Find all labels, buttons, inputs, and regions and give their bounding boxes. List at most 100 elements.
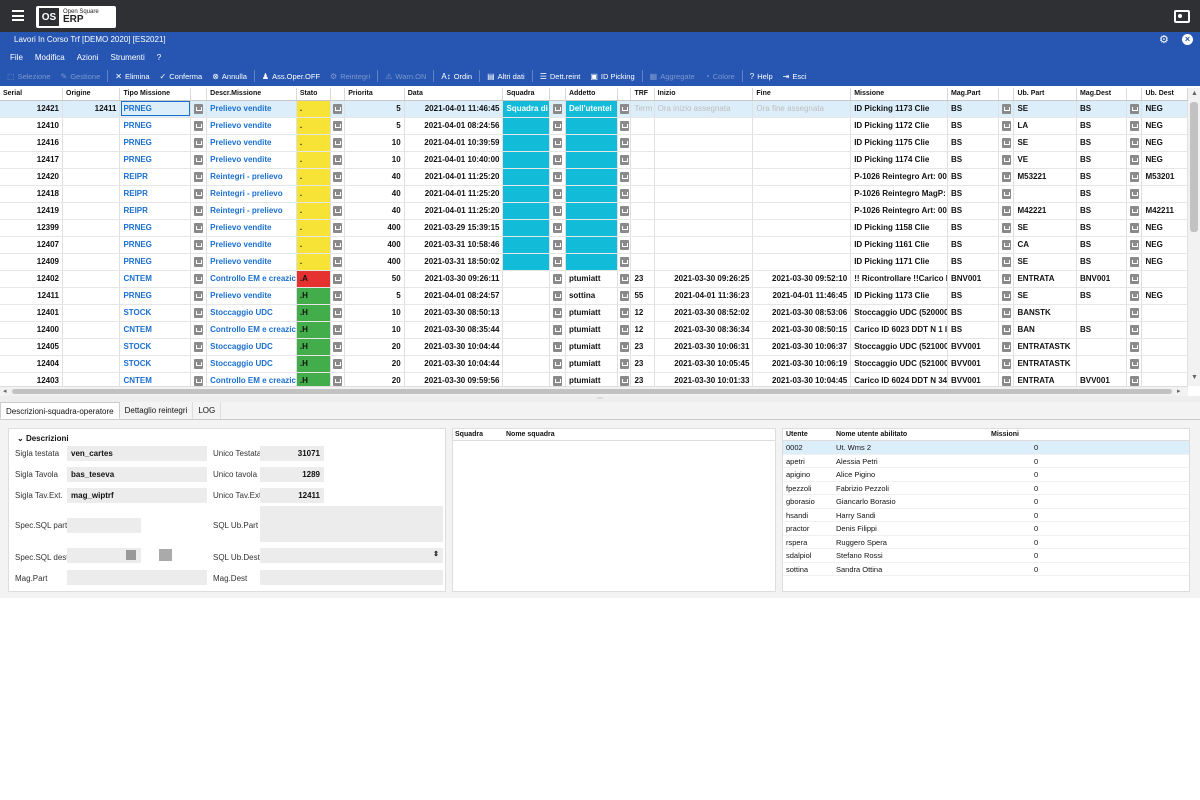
dropdown-cell[interactable]: [1126, 372, 1143, 386]
tipo-missione-cell[interactable]: STOCK: [119, 304, 192, 322]
stato-cell[interactable]: .: [296, 219, 332, 237]
list-item[interactable]: gborasio Giancarlo Borasio 0: [783, 495, 1189, 509]
trf-cell[interactable]: 12: [630, 321, 655, 339]
dropdown-icon[interactable]: [1129, 324, 1139, 335]
dropdown-icon[interactable]: [1129, 273, 1139, 284]
dropdown-cell[interactable]: [549, 117, 566, 135]
mag-dest-field[interactable]: [260, 570, 443, 585]
addetto-cell[interactable]: ptumiatt: [565, 270, 619, 288]
priorita-cell[interactable]: 40: [344, 202, 405, 220]
dropdown-cell[interactable]: [549, 287, 566, 305]
dropdown-cell[interactable]: [998, 270, 1015, 288]
dropdown-cell[interactable]: [190, 185, 208, 203]
dropdown-icon[interactable]: [194, 324, 204, 335]
dropdown-cell[interactable]: [617, 270, 632, 288]
trf-cell[interactable]: [630, 134, 655, 152]
stato-cell[interactable]: .H: [296, 372, 332, 386]
list-item[interactable]: rspera Ruggero Spera 0: [783, 536, 1189, 549]
close-icon[interactable]: ×: [1182, 34, 1193, 45]
dropdown-cell[interactable]: [617, 168, 632, 186]
descr-missione-cell[interactable]: Stoccaggio UDC: [206, 338, 297, 356]
fine-cell[interactable]: 2021-03-30 10:04:45: [752, 372, 852, 386]
dropdown-icon[interactable]: [1129, 154, 1139, 165]
addetto-cell[interactable]: sottina: [565, 287, 619, 305]
inizio-cell[interactable]: 2021-03-30 09:26:25: [654, 270, 754, 288]
stato-cell[interactable]: .: [296, 100, 332, 118]
dropdown-cell[interactable]: [617, 321, 632, 339]
addetto-cell[interactable]: [565, 253, 619, 271]
dropdown-cell[interactable]: [190, 372, 208, 386]
dropdown-icon[interactable]: [1001, 103, 1011, 114]
dropdown-icon[interactable]: [333, 188, 343, 199]
origine-cell[interactable]: [62, 168, 121, 186]
priorita-cell[interactable]: 10: [344, 151, 405, 169]
dropdown-cell[interactable]: [190, 236, 208, 254]
ub-dest-cell[interactable]: [1141, 355, 1188, 373]
serial-cell[interactable]: 12403: [0, 372, 63, 386]
squadra-cell[interactable]: [502, 219, 550, 237]
dropdown-icon[interactable]: [552, 188, 562, 199]
descr-missione-cell[interactable]: Reintegri - prelievo: [206, 202, 297, 220]
missione-cell[interactable]: Carico ID 6023 DDT N 1 I: [850, 321, 948, 339]
inizio-cell[interactable]: [654, 202, 754, 220]
dropdown-icon[interactable]: [194, 154, 204, 165]
priorita-cell[interactable]: 20: [344, 338, 405, 356]
sigla-tavext-field[interactable]: mag_wiptrf: [67, 488, 207, 503]
origine-cell[interactable]: [62, 185, 121, 203]
toolbar-ass-oper-off-button[interactable]: ♟ Ass.Oper.OFF: [257, 72, 325, 81]
dropdown-icon[interactable]: [333, 358, 343, 369]
mag-dest-cell[interactable]: [1076, 304, 1128, 322]
stato-cell[interactable]: .: [296, 117, 332, 135]
data-cell[interactable]: 2021-04-01 08:24:57: [404, 287, 504, 305]
toolbar-dett-reint-button[interactable]: ☰ Dett.reint: [535, 72, 586, 81]
dropdown-cell[interactable]: [1126, 270, 1143, 288]
dropdown-icon[interactable]: [1001, 273, 1011, 284]
missione-cell[interactable]: ID Picking 1158 Clie: [850, 219, 948, 237]
tipo-missione-cell[interactable]: REIPR: [119, 185, 192, 203]
missione-cell[interactable]: Stoccaggio UDC (521000: [850, 338, 948, 356]
dropdown-cell[interactable]: [1126, 134, 1143, 152]
ub-dest-cell[interactable]: [1141, 304, 1188, 322]
fine-cell[interactable]: 2021-03-30 08:50:15: [752, 321, 852, 339]
missione-cell[interactable]: Stoccaggio UDC (521000: [850, 355, 948, 373]
origine-cell[interactable]: [62, 219, 121, 237]
trf-cell[interactable]: [630, 151, 655, 169]
mag-part-cell[interactable]: BS: [947, 151, 1000, 169]
ub-part-cell[interactable]: SE: [1013, 134, 1077, 152]
dropdown-cell[interactable]: [998, 338, 1015, 356]
missione-cell[interactable]: P-1026 Reintegro Art: 00: [850, 202, 948, 220]
ub-dest-cell[interactable]: NEG: [1141, 117, 1188, 135]
mag-dest-cell[interactable]: BS: [1076, 219, 1128, 237]
dropdown-icon[interactable]: [194, 103, 204, 114]
data-cell[interactable]: 2021-03-29 15:39:15: [404, 219, 504, 237]
dropdown-icon[interactable]: [1129, 205, 1139, 216]
dropdown-icon[interactable]: [333, 324, 343, 335]
dropdown-cell[interactable]: [330, 168, 346, 186]
dropdown-cell[interactable]: [330, 321, 346, 339]
table-row[interactable]: 12421 12411 PRNEG Prelievo vendite. 5 2021-04…: [0, 100, 1188, 118]
tipo-missione-cell[interactable]: REIPR: [119, 168, 192, 186]
table-row[interactable]: 12401 STOCK Stoccaggio UDC .H 10 2021-03-30 0…: [0, 304, 1188, 322]
col-header[interactable]: Serial: [0, 88, 63, 101]
dropdown-icon[interactable]: [333, 256, 343, 267]
dropdown-icon[interactable]: [552, 103, 562, 114]
dropdown-cell[interactable]: [190, 270, 208, 288]
descrizioni-header[interactable]: ⌄ Descrizioni: [17, 434, 69, 443]
dropdown-icon[interactable]: [333, 307, 343, 318]
origine-cell[interactable]: [62, 236, 121, 254]
dropdown-cell[interactable]: [1126, 151, 1143, 169]
dropdown-icon[interactable]: [1001, 307, 1011, 318]
origine-cell[interactable]: [62, 321, 121, 339]
mag-dest-cell[interactable]: BS: [1076, 100, 1128, 118]
data-cell[interactable]: 2021-03-30 08:50:13: [404, 304, 504, 322]
dropdown-icon[interactable]: [333, 273, 343, 284]
dropdown-cell[interactable]: [998, 117, 1015, 135]
serial-cell[interactable]: 12420: [0, 168, 63, 186]
dropdown-icon[interactable]: [333, 154, 343, 165]
spec-sql-part-field[interactable]: [67, 518, 141, 533]
data-cell[interactable]: 2021-03-31 18:50:02: [404, 253, 504, 271]
ub-dest-cell[interactable]: M42211: [1141, 202, 1188, 220]
fine-cell[interactable]: 2021-03-30 10:06:37: [752, 338, 852, 356]
col-header[interactable]: [1126, 88, 1143, 101]
dropdown-icon[interactable]: [619, 188, 629, 199]
